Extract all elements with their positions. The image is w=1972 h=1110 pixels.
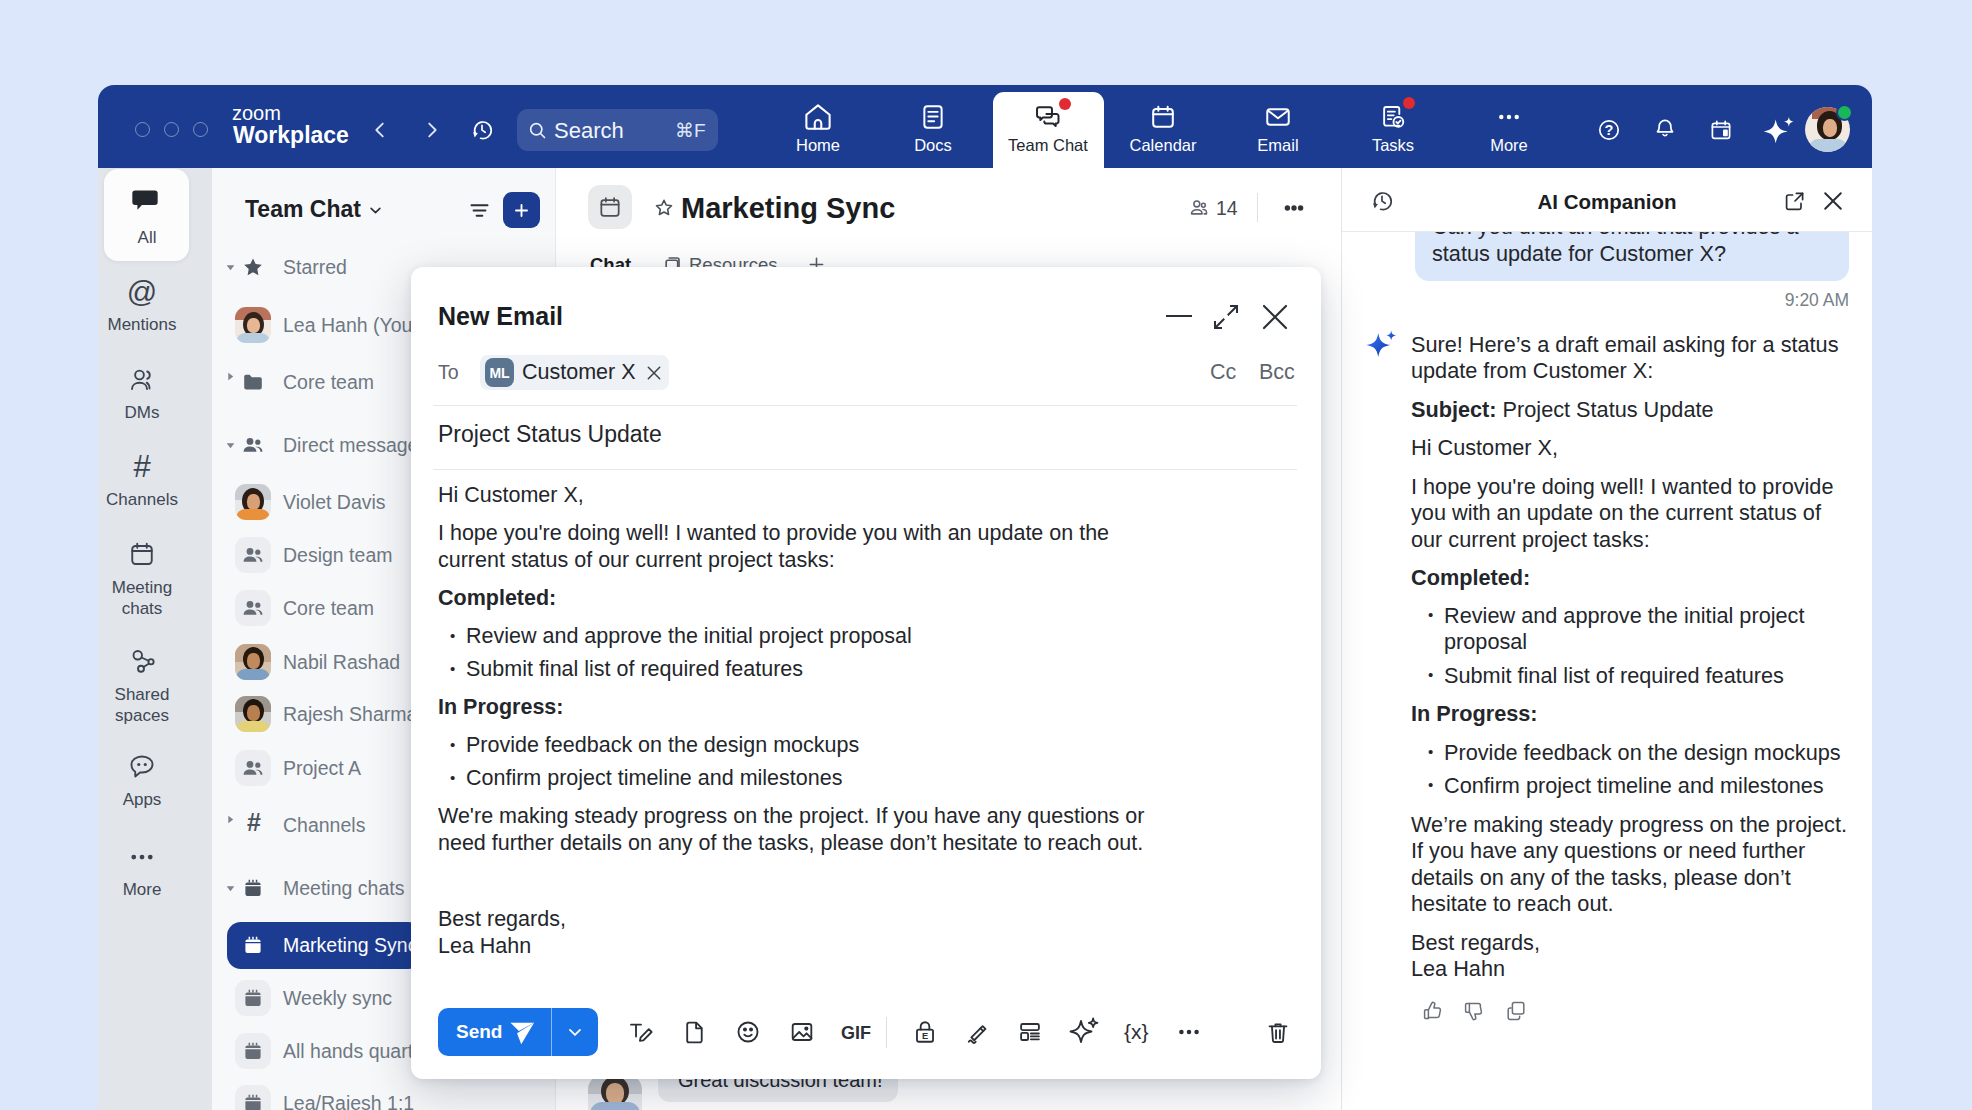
svg-text:E: E xyxy=(922,1031,928,1041)
svg-text:?: ? xyxy=(1605,122,1614,138)
